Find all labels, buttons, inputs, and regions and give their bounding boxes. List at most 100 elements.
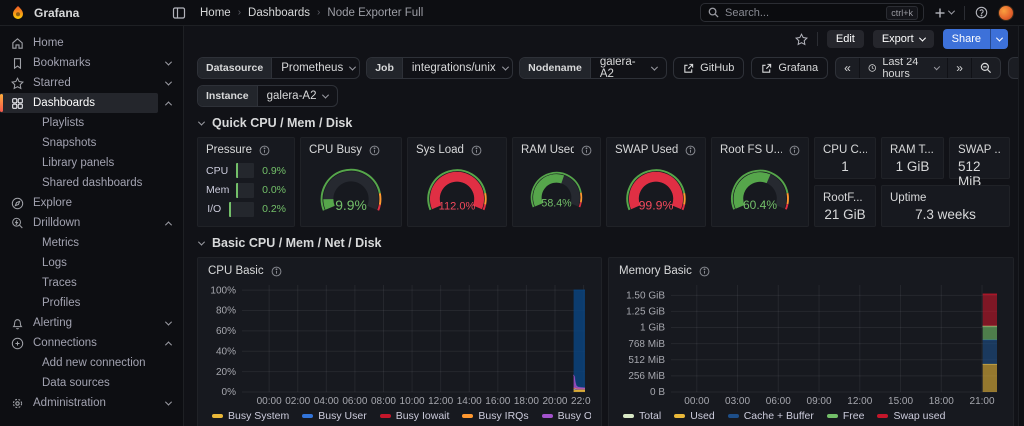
filter-pill-job[interactable]: Jobintegrations/unix [366,57,513,79]
chart-plot-area[interactable]: 0 B256 MiB512 MiB768 MiB1 GiB1.25 GiB1.5… [619,278,1003,407]
panel-title[interactable]: CPU Basic [208,265,264,277]
panel-title[interactable]: CPU Busy [309,144,362,156]
chevron-down-icon[interactable] [166,77,171,89]
chevron-down-icon[interactable] [166,397,171,409]
sidebar-item-home[interactable]: Home [0,33,183,53]
sidebar-item-traces[interactable]: Traces [0,273,183,293]
panel-title[interactable]: RAM Used [521,144,574,156]
panel-title[interactable]: Memory Basic [619,265,692,277]
sidebar-item-logs[interactable]: Logs [0,253,183,273]
chevron-down-icon[interactable] [166,57,171,69]
time-range-back-button[interactable]: « [836,58,859,78]
filter-pill-datasource[interactable]: DatasourcePrometheus [197,57,360,79]
legend-item-busy-iowait[interactable]: Busy Iowait [380,410,450,422]
filter-pill-instance[interactable]: Instancegalera-A2 [197,85,338,107]
grafana-logo-icon[interactable] [10,5,26,21]
legend-item-busy-user[interactable]: Busy User [302,410,366,422]
svg-text:20%: 20% [216,367,236,378]
legend-item-cache-buffer[interactable]: Cache + Buffer [728,410,814,422]
sidebar-item-alerting[interactable]: Alerting [0,313,183,333]
breadcrumb-separator: › [317,7,320,18]
sidebar-item-administration[interactable]: Administration [0,393,183,413]
panel-memory-basic: Memory Basic0 B256 MiB512 MiB768 MiB1 Gi… [608,257,1014,426]
sidebar-item-snapshots[interactable]: Snapshots [0,133,183,153]
panel-title[interactable]: CPU C... [823,144,867,156]
sidebar-item-profiles[interactable]: Profiles [0,293,183,313]
panel-title[interactable]: SWAP Used [615,144,678,156]
panel-title[interactable]: Root FS U... [720,144,782,156]
legend-item-used[interactable]: Used [674,410,715,422]
brand-section: Grafana [10,5,186,21]
share-button[interactable]: Share [943,29,990,49]
sidebar-item-metrics[interactable]: Metrics [0,233,183,253]
filter-value[interactable]: galera-A2 [591,58,666,78]
sidebar-item-data-sources[interactable]: Data sources [0,373,183,393]
info-icon[interactable] [259,145,270,156]
chevron-up-icon[interactable] [166,97,171,109]
legend-item-free[interactable]: Free [827,410,865,422]
time-range-forward-button[interactable]: » [947,58,971,78]
legend-item-busy-irqs[interactable]: Busy IRQs [462,410,528,422]
sidebar-item-drilldown[interactable]: Drilldown [0,213,183,233]
sidebar-item-dashboards[interactable]: Dashboards [0,93,183,113]
panel-title[interactable]: SWAP ... [958,144,1001,156]
chevron-up-icon[interactable] [166,337,171,349]
info-icon[interactable] [369,145,380,156]
user-avatar[interactable] [998,5,1014,21]
sidebar-toggle-icon[interactable] [172,6,186,20]
info-icon[interactable] [471,145,482,156]
filter-value[interactable]: galera-A2 [258,86,338,106]
export-button[interactable]: Export [873,30,934,48]
panel-title[interactable]: Sys Load [416,144,464,156]
new-menu-button[interactable] [934,7,954,19]
sidebar-item-connections[interactable]: Connections [0,333,183,353]
section-basic-cpu-mem-net-disk[interactable]: Basic CPU / Mem / Net / Disk [199,236,1014,250]
info-icon[interactable] [685,145,696,156]
chevron-up-icon[interactable] [166,217,171,229]
breadcrumb-home[interactable]: Home [200,7,231,19]
legend-item-total[interactable]: Total [623,410,661,422]
sidebar-item-starred[interactable]: Starred [0,73,183,93]
sidebar-item-label: Bookmarks [33,57,91,69]
panel-title[interactable]: RootF... [823,192,863,204]
sidebar-item-shared-dashboards[interactable]: Shared dashboards [0,173,183,193]
grafana-link-button[interactable]: Grafana [751,57,828,79]
sidebar-item-add-new-connection[interactable]: Add new connection [0,353,183,373]
sidebar-item-bookmarks[interactable]: Bookmarks [0,53,183,73]
breadcrumb-dashboards[interactable]: Dashboards [248,7,310,19]
panel-title[interactable]: Uptime [890,192,926,204]
chart-plot-area[interactable]: 0%20%40%60%80%100%00:0002:0004:0006:0008… [208,278,591,407]
favorite-star-icon[interactable] [795,33,808,46]
info-icon[interactable] [789,145,800,156]
sidebar-item-label: Metrics [42,237,79,249]
sidebar-item-library-panels[interactable]: Library panels [0,153,183,173]
section-collapse-icon [198,238,205,245]
sidebar-item-explore[interactable]: Explore [0,193,183,213]
panel-gauge-ram-used: RAM Used58.4% [512,137,601,227]
sidebar-item-playlists[interactable]: Playlists [0,113,183,133]
filter-pill-nodename[interactable]: Nodenamegalera-A2 [519,57,667,79]
chevron-down-icon[interactable] [166,317,171,329]
info-icon[interactable] [699,266,710,277]
section-quick-cpu-mem-disk[interactable]: Quick CPU / Mem / Disk [199,116,1014,130]
filter-value[interactable]: integrations/unix [403,58,513,78]
chevron-down-icon [502,63,509,70]
github-link-button[interactable]: GitHub [673,57,744,79]
legend-item-swap-used[interactable]: Swap used [877,410,945,422]
help-icon[interactable] [975,6,988,19]
legend-item-busy-other[interactable]: Busy Other [542,410,591,422]
time-range-picker[interactable]: Last 24 hours [859,58,947,78]
filter-value[interactable]: Prometheus [272,58,360,78]
edit-button[interactable]: Edit [827,30,864,48]
search-input[interactable]: Search... ctrl+k [700,3,924,22]
info-icon[interactable] [581,145,592,156]
panel-title[interactable]: Pressure [206,144,252,156]
panel-title[interactable]: RAM T... [890,144,934,156]
scrollbar-track[interactable] [1018,26,1024,426]
breadcrumb-current-page: Node Exporter Full [327,7,423,19]
time-zoom-out-button[interactable] [971,58,1000,78]
info-icon[interactable] [271,266,282,277]
legend-item-busy-system[interactable]: Busy System [212,410,289,422]
share-options-button[interactable] [990,29,1008,49]
svg-text:1 GiB: 1 GiB [640,323,665,334]
